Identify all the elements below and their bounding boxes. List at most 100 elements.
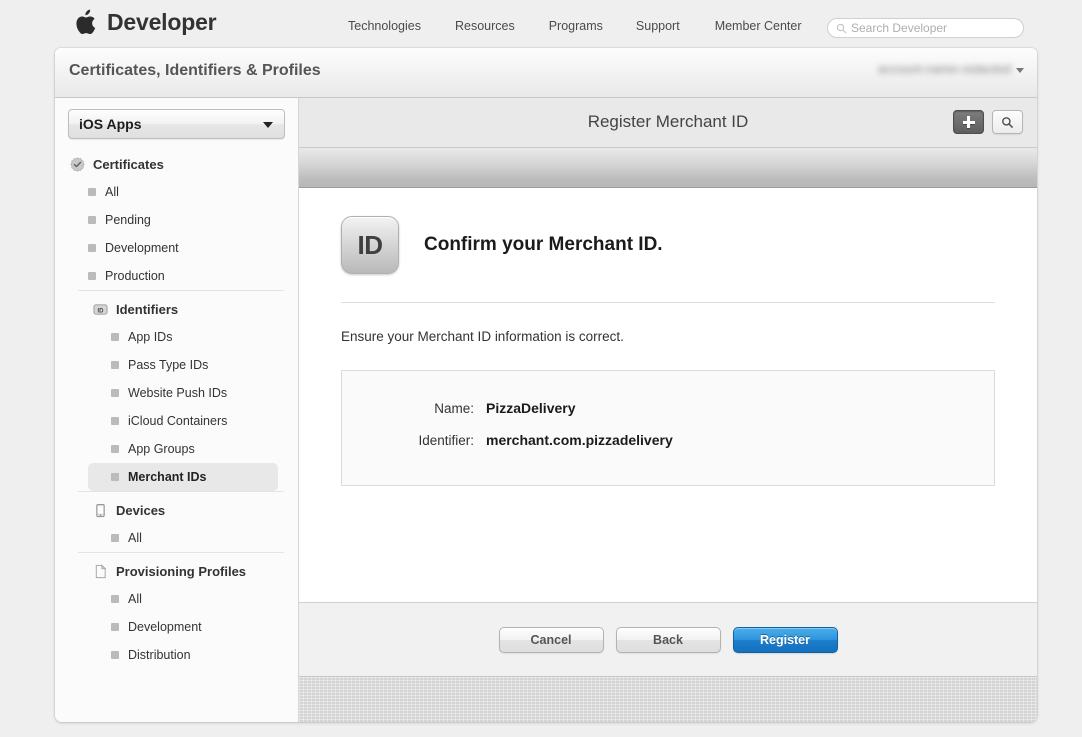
content-footer: Cancel Back Register [299,602,1037,676]
sidebar-item-label: Pending [105,213,151,227]
sidebar-item-label: Website Push IDs [128,386,228,400]
confirm-heading: Confirm your Merchant ID. [424,234,663,255]
app-panel: Certificates, Identifiers & Profiles acc… [55,48,1037,722]
bullet-icon [111,417,119,425]
nav-link-technologies[interactable]: Technologies [348,19,445,33]
search-icon [1002,116,1014,128]
sidebar-item-label: Merchant IDs [128,470,207,484]
sidebar-item-certificates-production[interactable]: Production [65,262,292,290]
confirm-header: ID Confirm your Merchant ID. [299,188,1037,274]
global-nav-links: Technologies Resources Programs Support … [348,19,802,33]
platform-select-value: iOS Apps [79,116,142,132]
sidebar-item-certificates-pending[interactable]: Pending [65,206,292,234]
sidebar-item-label: All [128,592,142,606]
info-label: Name: [434,401,474,416]
sidebar-item-label: App Groups [128,442,195,456]
sidebar: iOS Apps Certificates All Pending Develo… [55,98,299,722]
nav-link-programs[interactable]: Programs [549,19,627,33]
content-area: Register Merchant ID ID Confirm your Mer… [299,98,1037,722]
sidebar-group-certificates: Certificates All Pending Development Pro… [55,146,298,290]
page-root: Developer Technologies Resources Program… [0,0,1082,737]
sidebar-item-app-ids[interactable]: App IDs [88,323,278,351]
brand-logo[interactable]: Developer [74,8,217,36]
sidebar-item-label: Development [128,620,202,634]
sidebar-group-header-certificates[interactable]: Certificates [55,146,298,178]
sidebar-group-title: Devices [116,502,166,518]
sidebar-group-header-identifiers[interactable]: ID Identifiers [78,291,284,323]
sidebar-item-merchant-ids[interactable]: Merchant IDs [88,463,278,491]
bullet-icon [88,244,96,252]
sidebar-group-header-provisioning-profiles[interactable]: Provisioning Profiles [78,553,284,585]
global-search-field[interactable] [827,18,1024,38]
sidebar-item-label: Development [105,241,179,255]
info-label: Identifier: [418,433,474,448]
sidebar-item-profiles-distribution[interactable]: Distribution [88,641,278,669]
back-button[interactable]: Back [615,626,721,653]
add-button[interactable] [953,110,984,134]
bullet-icon [111,389,119,397]
divider [341,302,995,303]
sidebar-item-devices-all[interactable]: All [88,524,278,552]
sidebar-group-provisioning-profiles: Provisioning Profiles All Development Di… [78,552,284,669]
sidebar-item-profiles-all[interactable]: All [88,585,278,613]
sidebar-item-label: Pass Type IDs [128,358,209,372]
device-phone-icon [92,502,108,518]
bullet-icon [88,216,96,224]
content-title: Register Merchant ID [587,112,749,131]
bullet-icon [111,445,119,453]
content-header-actions [953,110,1023,134]
content-body: ID Confirm your Merchant ID. Ensure your… [299,188,1037,602]
sidebar-item-icloud-containers[interactable]: iCloud Containers [88,407,278,435]
bullet-icon [88,188,96,196]
brand-name: Developer [107,8,217,35]
page-title: Certificates, Identifiers & Profiles [69,62,321,79]
bullet-icon [111,623,119,631]
panel-header: Certificates, Identifiers & Profiles acc… [55,48,1037,98]
sidebar-group-devices: Devices All [78,491,284,552]
sidebar-group-title: Identifiers [116,301,179,317]
certificate-seal-icon [69,156,85,172]
bullet-icon [111,361,119,369]
account-menu[interactable]: account-name-redacted [878,62,1024,76]
sidebar-item-pass-type-ids[interactable]: Pass Type IDs [88,351,278,379]
sidebar-item-label: All [128,531,142,545]
sidebar-nav-groups: Certificates All Pending Development Pro… [55,139,298,669]
info-row-identifier: Identifier: merchant.com.pizzadelivery [342,432,994,448]
chevron-down-icon [1016,68,1024,73]
footer-texture [299,676,1037,722]
sidebar-group-title: Certificates [93,156,164,172]
search-input[interactable] [851,21,1015,35]
sidebar-item-app-groups[interactable]: App Groups [88,435,278,463]
nav-link-resources[interactable]: Resources [455,19,539,33]
sidebar-item-website-push-ids[interactable]: Website Push IDs [88,379,278,407]
info-value-name: PizzaDelivery [486,400,576,416]
platform-select[interactable]: iOS Apps [68,109,285,139]
sidebar-item-certificates-development[interactable]: Development [65,234,292,262]
global-navigation-bar: Developer Technologies Resources Program… [0,0,1082,55]
sidebar-group-identifiers: ID Identifiers App IDs Pass Type IDs Web… [78,290,284,491]
info-value-identifier: merchant.com.pizzadelivery [486,432,673,448]
content-toolbar-band [299,148,1037,188]
sidebar-group-header-devices[interactable]: Devices [78,492,284,524]
svg-text:ID: ID [97,308,104,314]
nav-link-member-center[interactable]: Member Center [715,19,802,33]
bullet-icon [111,473,119,481]
sidebar-group-title: Provisioning Profiles [116,563,247,579]
sidebar-item-profiles-development[interactable]: Development [88,613,278,641]
sidebar-item-label: Distribution [128,648,191,662]
cancel-button[interactable]: Cancel [498,626,604,653]
id-badge-icon: ID [92,301,108,317]
register-button[interactable]: Register [732,626,838,653]
plus-icon [962,116,975,128]
document-icon [92,563,108,579]
id-badge-icon: ID [341,216,399,274]
bullet-icon [88,272,96,280]
bullet-icon [111,534,119,542]
search-button[interactable] [992,110,1023,134]
sidebar-item-certificates-all[interactable]: All [65,178,292,206]
sidebar-item-label: App IDs [128,330,173,344]
nav-link-support[interactable]: Support [636,19,704,33]
account-name: account-name-redacted [877,62,1011,76]
search-icon [836,23,847,33]
merchant-info-box: Name: PizzaDelivery Identifier: merchant… [341,370,995,486]
